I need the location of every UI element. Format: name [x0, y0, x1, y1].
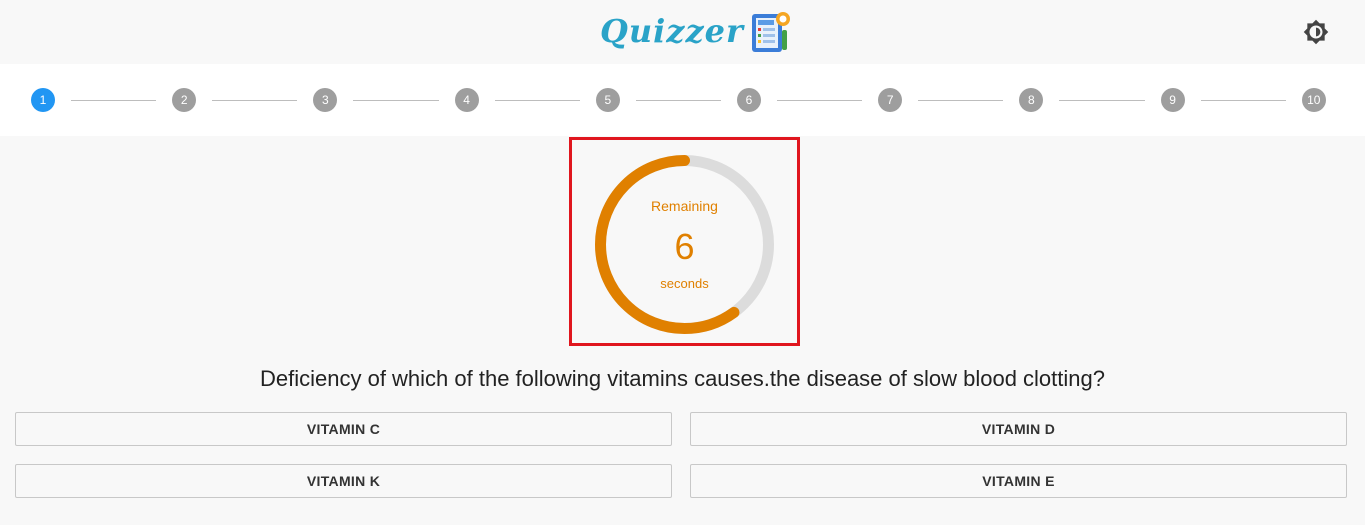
step-10[interactable]: 10	[1301, 88, 1326, 112]
stepper-connector	[918, 100, 1004, 101]
stepper-connector	[777, 100, 863, 101]
step-9[interactable]: 9	[1160, 88, 1185, 112]
step-5[interactable]: 5	[595, 88, 620, 112]
timer-seconds-value: 6	[674, 226, 695, 267]
logo-text: Quizzer	[600, 12, 744, 50]
quiz-document-icon	[751, 12, 790, 52]
brightness-icon[interactable]	[1303, 19, 1329, 45]
step-4[interactable]: 4	[454, 88, 479, 112]
question-stepper: 1 2 3 4 5 6 7 8 9 10	[0, 64, 1365, 136]
timer-remaining-label: Remaining	[651, 198, 718, 214]
step-7[interactable]: 7	[878, 88, 903, 112]
answer-option-3[interactable]: VITAMIN K	[15, 464, 672, 498]
step-8[interactable]: 8	[1019, 88, 1044, 112]
step-3[interactable]: 3	[313, 88, 338, 112]
stepper-connector	[71, 100, 157, 101]
answer-option-4[interactable]: VITAMIN E	[690, 464, 1347, 498]
stepper-connector	[494, 100, 580, 101]
stepper-connector	[1200, 100, 1286, 101]
step-2[interactable]: 2	[172, 88, 197, 112]
countdown-timer: Remaining 6 seconds	[569, 137, 800, 346]
app-logo: Quizzer	[600, 6, 792, 56]
stepper-connector	[1059, 100, 1145, 101]
answer-option-1[interactable]: VITAMIN C	[15, 412, 672, 446]
stepper-connector	[353, 100, 439, 101]
app-header: Quizzer	[0, 0, 1365, 64]
step-6[interactable]: 6	[737, 88, 761, 112]
stepper-connector	[635, 100, 721, 101]
answer-option-2[interactable]: VITAMIN D	[690, 412, 1347, 446]
timer-unit-label: seconds	[660, 276, 709, 291]
question-text: Deficiency of which of the following vit…	[259, 366, 1105, 391]
stepper-connector	[212, 100, 298, 101]
step-1[interactable]: 1	[31, 88, 55, 112]
